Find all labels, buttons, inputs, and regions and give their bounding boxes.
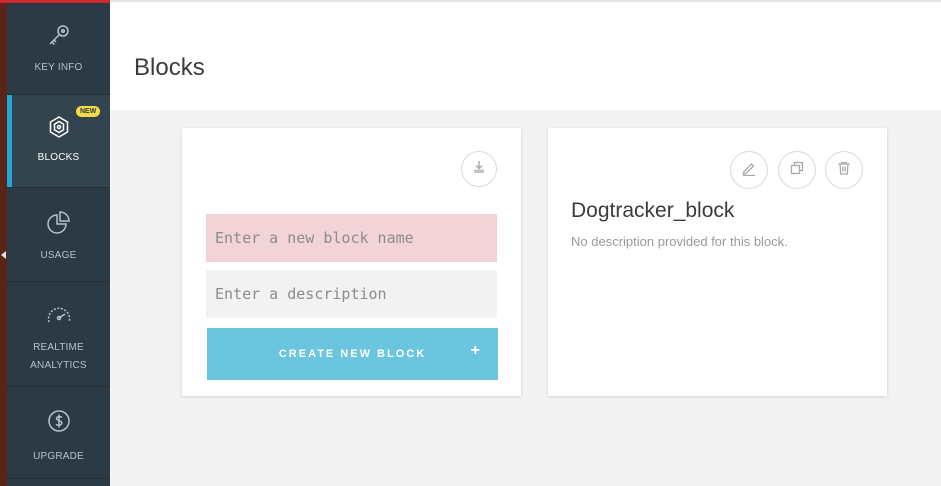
delete-icon: [836, 160, 852, 181]
download-icon: [472, 160, 486, 179]
block-description: No description provided for this block.: [571, 234, 788, 249]
sidebar-item-label: REALTIME ANALYTICS: [30, 342, 87, 371]
download-button[interactable]: [461, 151, 497, 187]
create-new-block-button[interactable]: CREATE NEW BLOCK +: [207, 328, 498, 380]
block-name-input[interactable]: [206, 214, 497, 262]
block-description-input[interactable]: [206, 270, 497, 318]
plus-icon: +: [470, 342, 480, 359]
speedometer-icon: [46, 303, 72, 329]
create-new-block-label: CREATE NEW BLOCK: [278, 348, 427, 360]
page-title: Blocks: [134, 54, 205, 81]
window-edge: [0, 0, 7, 486]
sidebar-item-upgrade[interactable]: UPGRADE: [7, 387, 110, 479]
sidebar-item-label: BLOCKS: [37, 152, 80, 163]
delete-block-button[interactable]: [825, 151, 863, 189]
block-card: Dogtracker_block No description provided…: [548, 128, 887, 396]
dollar-icon: [46, 408, 72, 434]
sidebar-item-blocks[interactable]: NEW BLOCKS: [7, 95, 110, 188]
key-icon: [46, 23, 72, 49]
duplicate-block-button[interactable]: [778, 151, 816, 189]
pie-chart-icon: [46, 209, 72, 235]
sidebar-item-realtime-analytics[interactable]: REALTIME ANALYTICS: [7, 282, 110, 387]
edit-block-button[interactable]: [730, 151, 768, 189]
collapse-caret-icon[interactable]: [1, 251, 6, 259]
header-divider: [110, 0, 941, 2]
sidebar-item-key-info[interactable]: KEY INFO: [7, 3, 110, 95]
sidebar: KEY INFO NEW BLOCKS USAGE REALTIME ANALY…: [7, 0, 110, 486]
edit-icon: [741, 160, 757, 181]
create-block-card: CREATE NEW BLOCK +: [182, 128, 521, 396]
sidebar-item-label: KEY INFO: [34, 62, 83, 73]
sidebar-item-label: USAGE: [40, 250, 77, 261]
sidebar-item-label: UPGRADE: [33, 451, 84, 462]
blocks-icon: [46, 114, 72, 140]
new-badge: NEW: [76, 106, 101, 117]
block-name: Dogtracker_block: [571, 199, 735, 222]
active-indicator: [7, 95, 12, 187]
page-header: Blocks: [110, 0, 941, 110]
duplicate-icon: [789, 160, 805, 181]
sidebar-item-usage[interactable]: USAGE: [7, 188, 110, 282]
